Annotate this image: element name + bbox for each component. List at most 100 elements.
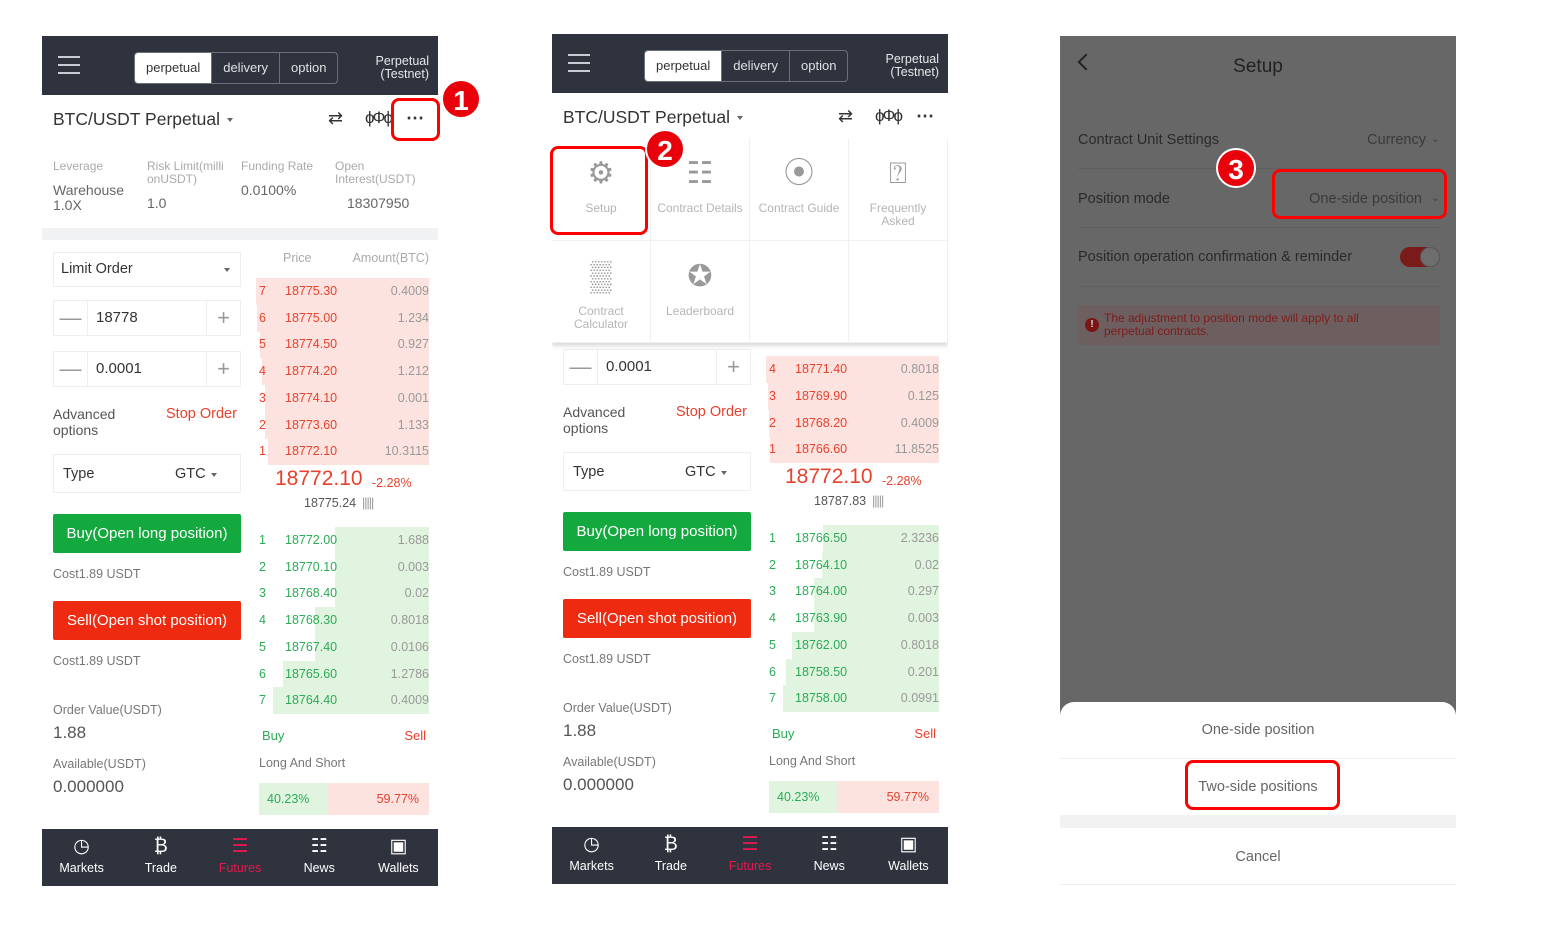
bid-row[interactable]: 6 18765.60 1.2786 <box>256 660 429 688</box>
ask-row[interactable]: 1 18772.10 10.3115 <box>256 438 429 466</box>
plus-icon[interactable]: + <box>207 352 240 386</box>
buy-open-long-button[interactable]: Buy(Open long position) <box>563 512 751 551</box>
candlestick-chart-icon[interactable]: ϕФϕ <box>875 106 903 126</box>
nav-futures[interactable]: ☰ Futures <box>710 827 789 884</box>
bid-row[interactable]: 3 18768.40 0.02 <box>256 580 429 608</box>
ask-row[interactable]: 3 18769.90 0.125 <box>766 382 939 410</box>
minus-icon[interactable]: — <box>564 350 597 384</box>
nav-wallets[interactable]: ▣ Wallets <box>359 829 438 886</box>
ask-row[interactable]: 5 18774.50 0.927 <box>256 331 429 359</box>
funding-rate-value[interactable]: 0.0100% <box>241 183 296 198</box>
tab-option[interactable]: option <box>280 53 337 83</box>
swap-icon[interactable]: ⇄ <box>838 106 853 127</box>
advanced-options-label-2[interactable]: options <box>53 422 98 438</box>
contract-unit-row[interactable]: Contract Unit Settings Currency ⌄ <box>1078 132 1440 148</box>
menu-item-contract-calculator[interactable]: ▒ Contract Calculator <box>552 240 651 343</box>
time-in-force-select[interactable]: Type GTC <box>563 452 751 491</box>
level-index: 6 <box>259 666 266 681</box>
contract-selector[interactable]: BTC/USDT Perpetual <box>563 107 743 128</box>
nav-markets[interactable]: ◷ Markets <box>42 829 121 886</box>
tab-delivery[interactable]: delivery <box>212 53 281 83</box>
open-interest-value[interactable]: 18307950 <box>347 196 409 211</box>
ask-row[interactable]: 3 18774.10 0.001 <box>256 384 429 412</box>
leverage-value-2[interactable]: 1.0X <box>53 198 82 213</box>
bid-row[interactable]: 6 18758.50 0.201 <box>766 658 939 686</box>
plus-icon[interactable]: + <box>207 301 240 335</box>
bid-row[interactable]: 2 18764.10 0.02 <box>766 551 939 579</box>
hamburger-menu-icon[interactable] <box>568 54 590 72</box>
minus-icon[interactable]: — <box>54 301 87 335</box>
nav-futures[interactable]: ☰ Futures <box>200 829 279 886</box>
menu-item-leaderboard[interactable]: ✪ Leaderboard <box>651 240 750 343</box>
nav-news[interactable]: ☷ News <box>790 827 869 884</box>
swap-icon[interactable]: ⇄ <box>328 108 343 129</box>
level-amount: 0.4009 <box>390 693 429 708</box>
bitcoin-icon: ₿ <box>153 836 168 857</box>
bid-row[interactable]: 3 18764.00 0.297 <box>766 578 939 606</box>
bid-row[interactable]: 4 18763.90 0.003 <box>766 605 939 633</box>
nav-wallets[interactable]: ▣ Wallets <box>869 827 948 884</box>
bid-row[interactable]: 2 18770.10 0.003 <box>256 553 429 581</box>
time-in-force-select[interactable]: Type GTC <box>53 454 241 493</box>
stop-order-link[interactable]: Stop Order <box>676 404 747 420</box>
ask-row[interactable]: 6 18775.00 1.234 <box>256 304 429 332</box>
ask-row[interactable]: 4 18774.20 1.212 <box>256 358 429 386</box>
long-short-label: Long And Short <box>769 754 856 768</box>
sell-open-short-button[interactable]: Sell(Open shot position) <box>53 601 241 640</box>
depth-icon[interactable]: ||||| <box>872 494 884 508</box>
nav-trade[interactable]: ₿ Trade <box>631 827 710 884</box>
stop-order-link[interactable]: Stop Order <box>166 406 237 422</box>
ask-row[interactable]: 1 18766.60 11.8525 <box>766 436 939 464</box>
level-amount: 0.8018 <box>900 637 939 652</box>
advanced-options-label-2[interactable]: options <box>563 420 608 436</box>
bid-row[interactable]: 7 18758.00 0.0991 <box>766 685 939 713</box>
wallet-icon: ▣ <box>389 836 408 857</box>
plus-icon[interactable]: + <box>717 350 750 384</box>
amount-stepper-input[interactable]: 0.0001 <box>87 352 207 386</box>
candlestick-chart-icon[interactable]: ϕФϕ <box>365 108 393 128</box>
bid-row[interactable]: 1 18766.50 2.3236 <box>766 525 939 552</box>
available-label: Available(USDT) <box>563 755 656 769</box>
nav-trade[interactable]: ₿ Trade <box>121 829 200 886</box>
tab-perpetual[interactable]: perpetual <box>135 53 213 83</box>
option-one-side-position[interactable]: One-side position <box>1060 722 1456 738</box>
hamburger-menu-icon[interactable] <box>58 56 80 74</box>
trade-screen: perpetual delivery option Perpetual (Testnet… <box>42 36 438 886</box>
amount-stepper: —0.0001 + <box>563 349 751 385</box>
bid-row[interactable]: 4 18768.30 0.8018 <box>256 607 429 635</box>
nav-markets[interactable]: ◷ Markets <box>552 827 631 884</box>
advanced-options-label[interactable]: Advanced <box>563 404 625 420</box>
amount-stepper-input[interactable]: 0.0001 <box>597 350 717 384</box>
nav-label: Futures <box>218 861 262 875</box>
ask-row[interactable]: 2 18768.20 0.4009 <box>766 409 939 437</box>
bid-row[interactable]: 5 18767.40 0.0106 <box>256 633 429 661</box>
bid-row[interactable]: 7 18764.40 0.4009 <box>256 687 429 715</box>
confirm-reminder-toggle[interactable] <box>1400 247 1440 267</box>
more-options-icon[interactable]: ⋯ <box>916 106 934 127</box>
level-price: 18766.60 <box>795 442 848 457</box>
contract-selector[interactable]: BTC/USDT Perpetual <box>53 109 233 130</box>
bid-row[interactable]: 1 18772.00 1.688 <box>256 527 429 554</box>
tab-delivery[interactable]: delivery <box>722 51 791 81</box>
nav-news[interactable]: ☷ News <box>280 829 359 886</box>
depth-icon[interactable]: ||||| <box>362 496 374 510</box>
cancel-button[interactable]: Cancel <box>1060 849 1456 865</box>
ask-row[interactable]: 4 18771.40 0.8018 <box>766 356 939 384</box>
leverage-value[interactable]: Warehouse <box>53 183 124 198</box>
risk-limit-value[interactable]: 1.0 <box>147 196 166 211</box>
sell-open-short-button[interactable]: Sell(Open shot position) <box>563 599 751 638</box>
ask-row[interactable]: 7 18775.30 0.4009 <box>256 278 429 305</box>
buy-open-long-button[interactable]: Buy(Open long position) <box>53 514 241 553</box>
tab-perpetual[interactable]: perpetual <box>645 51 723 81</box>
tab-option[interactable]: option <box>790 51 847 81</box>
price-stepper-input[interactable]: 18778 <box>87 301 207 335</box>
ask-row[interactable]: 2 18773.60 1.133 <box>256 411 429 439</box>
menu-item-contract-guide[interactable]: ⦿ Contract Guide <box>750 138 849 241</box>
bid-row[interactable]: 5 18762.00 0.8018 <box>766 631 939 659</box>
step-badge-1: 1 <box>441 79 481 119</box>
minus-icon[interactable]: — <box>54 352 87 386</box>
menu-item-frequently-asked[interactable]: ⍰ Frequently Asked <box>849 138 948 241</box>
top-header: perpetual delivery option Perpetual (Testnet… <box>42 36 438 95</box>
order-type-select[interactable]: Limit Order <box>53 252 241 287</box>
advanced-options-label[interactable]: Advanced <box>53 406 115 422</box>
